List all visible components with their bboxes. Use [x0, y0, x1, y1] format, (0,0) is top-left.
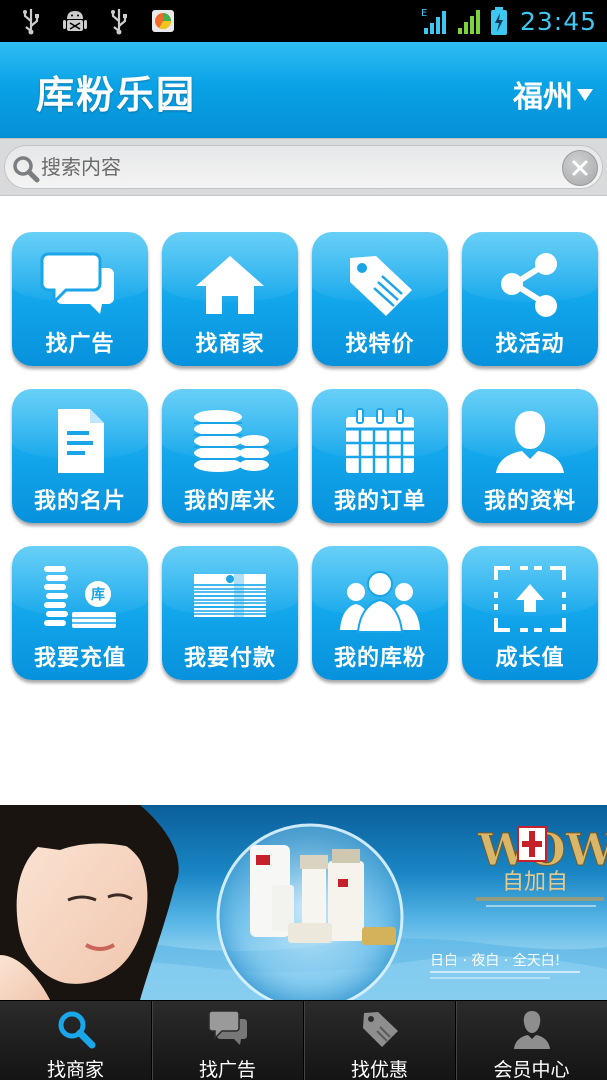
- share-icon: [501, 253, 557, 317]
- price-tag-icon: [350, 256, 412, 316]
- tile-find-ads[interactable]: 找广告: [12, 232, 148, 366]
- tile-label: 找活动: [495, 332, 565, 357]
- tile-pay[interactable]: 我要付款: [162, 546, 298, 680]
- recharge-coins-icon: 库: [44, 566, 116, 628]
- usb-icon: [111, 9, 127, 35]
- tile-growth-value[interactable]: 成长值: [462, 546, 598, 680]
- price-tag-icon: [363, 1012, 398, 1047]
- tile-label: 我的资料: [483, 489, 576, 514]
- nav-find-discounts[interactable]: 找优惠: [304, 1001, 457, 1080]
- tile-label: 我要充值: [33, 646, 126, 671]
- tile-label: 找特价: [345, 332, 415, 357]
- usb-icon: [23, 9, 39, 35]
- chat-bubbles-icon: [208, 1010, 247, 1045]
- tile-find-events[interactable]: 找活动: [462, 232, 598, 366]
- tile-label: 我的名片: [33, 489, 126, 514]
- banner-slogan: 日白 · 夜白 · 全天白!: [430, 952, 560, 969]
- nav-label: 找广告: [198, 1059, 256, 1080]
- clock: 23:45: [519, 6, 597, 36]
- app-title: 库粉乐园: [36, 73, 197, 117]
- close-icon: [572, 160, 588, 176]
- status-bar: E 23:45: [0, 0, 607, 42]
- tile-label: 找商家: [195, 332, 265, 357]
- recharge-badge-text: 库: [91, 586, 105, 603]
- brand-chinese-text: 自加自: [502, 870, 568, 895]
- notification-icons: [18, 6, 176, 36]
- search-icon: [13, 156, 40, 183]
- clear-search-button[interactable]: [562, 150, 598, 186]
- document-icon: [58, 409, 104, 473]
- tile-my-profile[interactable]: 我的资料: [462, 389, 598, 523]
- tile-label: 我的库米: [183, 489, 276, 514]
- app-notification-icon: [152, 10, 174, 32]
- brand-logo: WOW 自加自: [476, 825, 607, 907]
- tile-my-fans[interactable]: 我的库粉: [312, 546, 448, 680]
- tile-my-orders[interactable]: 我的订单: [312, 389, 448, 523]
- tile-recharge[interactable]: 库 我要充值: [12, 546, 148, 680]
- nav-find-merchants[interactable]: 找商家: [0, 1001, 153, 1080]
- search-field: [4, 145, 603, 189]
- network-type-label: E: [421, 8, 427, 19]
- tile-label: 成长值: [495, 646, 565, 671]
- nav-find-ads[interactable]: 找广告: [152, 1001, 305, 1080]
- tile-my-kumi[interactable]: 我的库米: [162, 389, 298, 523]
- nav-label: 找商家: [46, 1059, 104, 1080]
- dropdown-caret-icon: [577, 89, 593, 101]
- city-selector[interactable]: 福州: [513, 72, 593, 116]
- chat-bubbles-icon: [40, 252, 114, 314]
- nav-label: 找优惠: [350, 1059, 408, 1080]
- nav-member-center[interactable]: 会员中心: [456, 1001, 607, 1080]
- tile-label: 我要付款: [183, 646, 276, 671]
- mobile-signal-icon: E: [421, 8, 446, 34]
- tile-label: 找广告: [45, 332, 115, 357]
- person-icon: [514, 1011, 550, 1049]
- system-status: E 23:45: [420, 4, 597, 38]
- tile-label: 我的库粉: [333, 646, 426, 671]
- tile-find-merchants[interactable]: 找商家: [162, 232, 298, 366]
- home-icon: [196, 256, 264, 314]
- banner-illustration: WOW 自加自 日白 · 夜白 · 全天白!: [0, 805, 607, 1000]
- search-icon: [58, 1011, 96, 1049]
- person-icon: [496, 411, 564, 473]
- calendar-icon: [346, 408, 414, 473]
- search-bar: [0, 138, 607, 196]
- signal-strength-icon: [457, 10, 480, 34]
- battery-charging-icon: [490, 7, 507, 35]
- search-input[interactable]: [41, 150, 541, 184]
- tile-my-card[interactable]: 我的名片: [12, 389, 148, 523]
- ad-banner[interactable]: WOW 自加自 日白 · 夜白 · 全天白!: [0, 805, 607, 1000]
- cash-stack-icon: [194, 574, 266, 617]
- city-label: 福州: [513, 80, 573, 115]
- upload-frame-icon: [494, 566, 566, 632]
- group-icon: [340, 571, 420, 633]
- nav-label: 会员中心: [493, 1059, 570, 1080]
- android-debug-icon: [63, 11, 87, 31]
- app-header: 库粉乐园 福州: [0, 42, 607, 138]
- tile-find-deals[interactable]: 找特价: [312, 232, 448, 366]
- coins-stack-icon: [194, 410, 269, 472]
- bottom-navigation: 找商家 找广告 找优惠 会员中心: [0, 1000, 607, 1080]
- tile-label: 我的订单: [333, 489, 426, 514]
